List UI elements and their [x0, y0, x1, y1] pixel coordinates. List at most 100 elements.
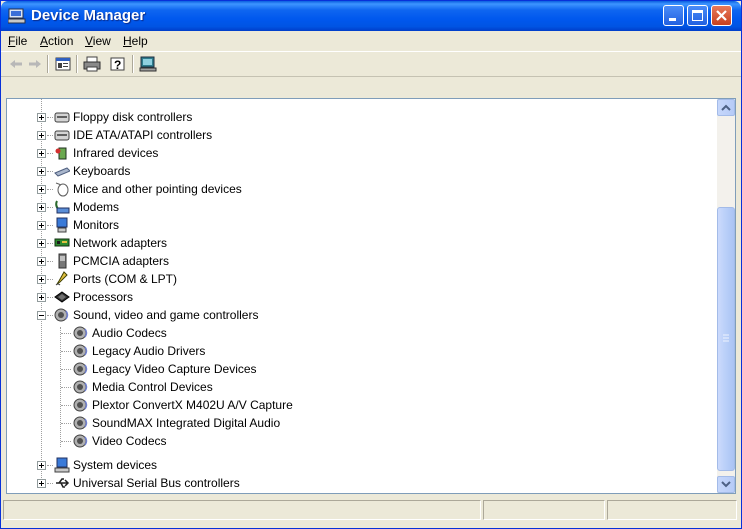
- tree-item-ports[interactable]: Ports (COM & LPT): [7, 270, 707, 288]
- scan-hardware-icon[interactable]: [139, 55, 157, 73]
- help-icon[interactable]: ?: [109, 55, 127, 73]
- tree-connector: [47, 465, 53, 467]
- tree-connector: [47, 189, 53, 191]
- expand-toggle[interactable]: [37, 293, 46, 302]
- tree-item-pcmcia-adapters[interactable]: PCMCIA adapters: [7, 252, 707, 270]
- processor-icon: [54, 291, 70, 303]
- forward-icon[interactable]: [26, 55, 44, 73]
- back-icon[interactable]: [7, 55, 25, 73]
- expand-toggle[interactable]: [37, 149, 46, 158]
- device-tree-pane[interactable]: Floppy disk controllers IDE ATA/ATAPI co…: [6, 98, 736, 494]
- print-icon[interactable]: [83, 55, 101, 73]
- tree-connector: [47, 243, 53, 245]
- tree-item-label: Media Control Devices: [92, 380, 213, 394]
- modem-icon: [55, 200, 70, 214]
- sound-icon: [54, 308, 69, 322]
- expand-toggle[interactable]: [37, 167, 46, 176]
- toolbar-separator: [132, 55, 134, 73]
- system-device-icon: [54, 457, 70, 473]
- tree-item-network-adapters[interactable]: Network adapters: [7, 234, 707, 252]
- mouse-icon: [55, 182, 69, 197]
- tree-subitem-legacy-audio-drivers[interactable]: Legacy Audio Drivers: [7, 342, 707, 360]
- vertical-scrollbar[interactable]: [717, 99, 735, 493]
- tree-subitem-plextor-capture[interactable]: Plextor ConvertX M402U A/V Capture: [7, 396, 707, 414]
- tree-subitem-media-control[interactable]: Media Control Devices: [7, 378, 707, 396]
- menu-action[interactable]: Action: [40, 34, 73, 48]
- toolbar-separator: [76, 55, 78, 73]
- sound-icon: [73, 344, 88, 358]
- menu-view[interactable]: View: [85, 34, 111, 48]
- tree-connector: [47, 207, 53, 209]
- collapse-toggle[interactable]: [37, 311, 46, 320]
- scroll-thumb[interactable]: [717, 207, 735, 471]
- tree-item-label: PCMCIA adapters: [73, 254, 170, 268]
- status-bar: [3, 498, 739, 523]
- expand-toggle[interactable]: [37, 113, 46, 122]
- tree-item-mice[interactable]: Mice and other pointing devices: [7, 180, 707, 198]
- tree-connector: [47, 171, 53, 173]
- expand-toggle[interactable]: [37, 257, 46, 266]
- tree-item-infrared-devices[interactable]: Infrared devices: [7, 144, 707, 162]
- tree-subitem-audio-codecs[interactable]: Audio Codecs: [7, 324, 707, 342]
- keyboard-icon: [54, 167, 70, 177]
- infrared-icon: [55, 147, 67, 160]
- close-button[interactable]: [711, 5, 732, 26]
- tree-subitem-soundmax[interactable]: SoundMAX Integrated Digital Audio: [7, 414, 707, 432]
- sound-icon: [73, 434, 88, 448]
- expand-toggle[interactable]: [37, 461, 46, 470]
- tree-item-label: SoundMAX Integrated Digital Audio: [92, 416, 281, 430]
- menu-file[interactable]: File: [8, 34, 27, 48]
- maximize-icon: [692, 10, 703, 21]
- tree-item-label: Sound, video and game controllers: [73, 308, 259, 322]
- tree-item-ide-controllers[interactable]: IDE ATA/ATAPI controllers: [7, 126, 707, 144]
- scroll-down-button[interactable]: [717, 476, 735, 493]
- tree-item-label: Legacy Audio Drivers: [92, 344, 206, 358]
- minimize-icon: [669, 18, 676, 21]
- close-icon: [716, 10, 727, 21]
- expand-toggle[interactable]: [37, 131, 46, 140]
- expand-toggle[interactable]: [37, 275, 46, 284]
- scroll-up-button[interactable]: [717, 99, 735, 116]
- tree-item-floppy-disk-controllers[interactable]: Floppy disk controllers: [7, 108, 707, 126]
- status-panel-3: [607, 500, 737, 520]
- tree-item-label: Video Codecs: [92, 434, 167, 448]
- expand-toggle[interactable]: [37, 239, 46, 248]
- maximize-button[interactable]: [687, 5, 708, 26]
- title-bar[interactable]: Device Manager: [1, 1, 741, 31]
- menu-bar: File Action View Help: [1, 31, 741, 51]
- tree-item-label: Processors: [73, 290, 134, 304]
- tree-item-label: System devices: [73, 458, 158, 472]
- tree-item-processors[interactable]: Processors: [7, 288, 707, 306]
- properties-icon[interactable]: [54, 55, 72, 73]
- tree-item-sound-video-game[interactable]: Sound, video and game controllers: [7, 306, 707, 324]
- tree-item-modems[interactable]: Modems: [7, 198, 707, 216]
- tree-item-usb-controllers[interactable]: Universal Serial Bus controllers: [7, 474, 707, 492]
- tree-item-label: Infrared devices: [73, 146, 159, 160]
- tree-item-keyboards[interactable]: Keyboards: [7, 162, 707, 180]
- device-manager-icon: [8, 8, 26, 24]
- grip-icon: [723, 334, 729, 342]
- tree-item-system-devices[interactable]: System devices: [7, 456, 707, 474]
- tree-item-label: Legacy Video Capture Devices: [92, 362, 257, 376]
- tree-item-label: IDE ATA/ATAPI controllers: [73, 128, 213, 142]
- tree-connector: [47, 315, 53, 317]
- tree-item-label: Plextor ConvertX M402U A/V Capture: [92, 398, 293, 412]
- tree-connector: [47, 261, 53, 263]
- expand-toggle[interactable]: [37, 203, 46, 212]
- tree-connector: [47, 225, 53, 227]
- menu-help[interactable]: Help: [123, 34, 148, 48]
- expand-toggle[interactable]: [37, 221, 46, 230]
- device-tree: Floppy disk controllers IDE ATA/ATAPI co…: [7, 99, 717, 493]
- tree-item-label: Universal Serial Bus controllers: [73, 476, 240, 490]
- status-panel-main: [3, 500, 481, 520]
- tree-subitem-legacy-video-capture[interactable]: Legacy Video Capture Devices: [7, 360, 707, 378]
- tree-subitem-video-codecs[interactable]: Video Codecs: [7, 432, 707, 450]
- sound-icon: [73, 416, 88, 430]
- minimize-button[interactable]: [663, 5, 684, 26]
- tree-item-label: Monitors: [73, 218, 120, 232]
- expand-toggle[interactable]: [37, 185, 46, 194]
- expand-toggle[interactable]: [37, 479, 46, 488]
- tree-item-monitors[interactable]: Monitors: [7, 216, 707, 234]
- tree-connector: [61, 405, 71, 407]
- tree-item-label: Floppy disk controllers: [73, 110, 193, 124]
